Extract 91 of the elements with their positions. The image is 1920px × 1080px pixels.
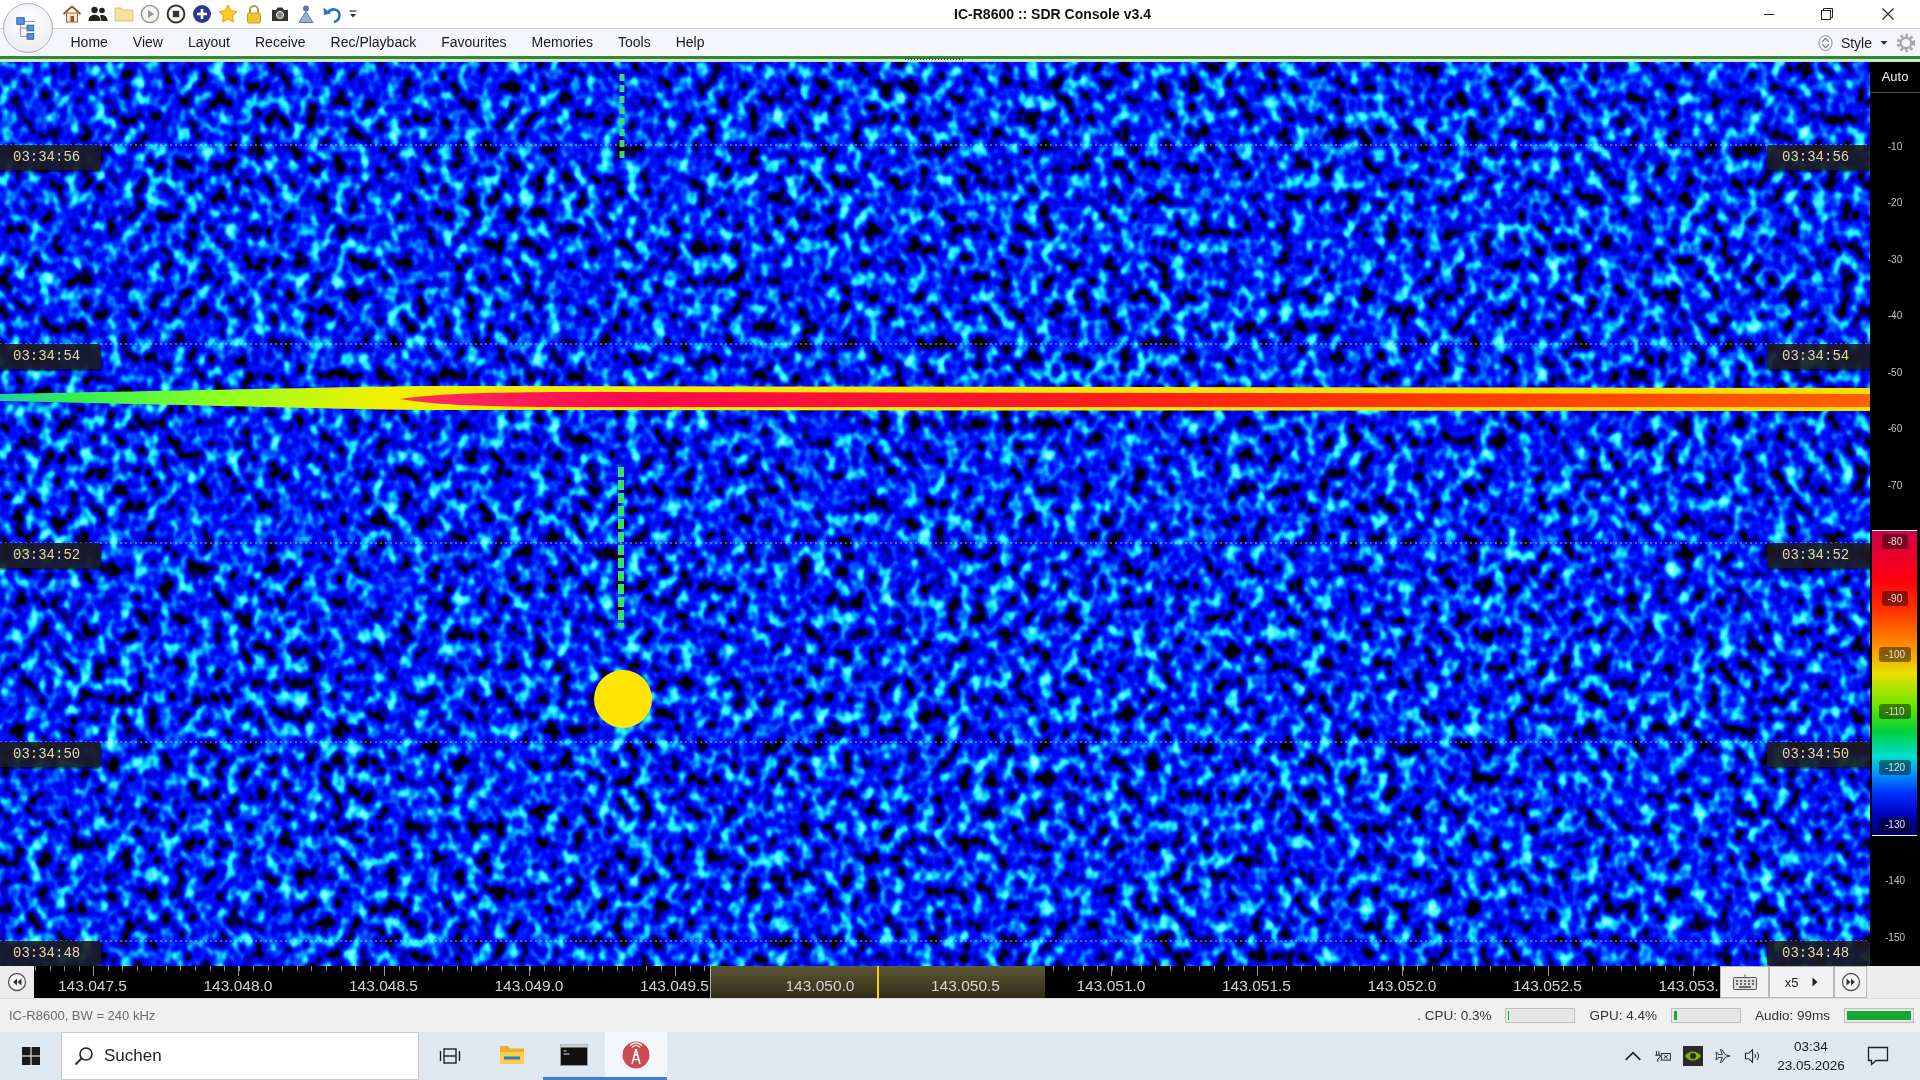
notification-icon[interactable]	[1867, 1046, 1889, 1066]
radio-tower-icon	[622, 1040, 650, 1069]
task-view-icon	[439, 1046, 461, 1066]
frequency-label: 143.051.5	[1222, 977, 1291, 994]
menu-item[interactable]: Memories	[519, 29, 606, 56]
menu-item[interactable]: View	[120, 29, 176, 56]
menu-item[interactable]: Receive	[242, 29, 319, 56]
style-button[interactable]: Style	[1838, 30, 1890, 55]
star-icon[interactable]	[218, 4, 238, 24]
home-icon[interactable]	[62, 4, 82, 24]
airplane-icon[interactable]	[1714, 1048, 1732, 1064]
marker-dot-icon	[594, 670, 652, 728]
time-label: 03:34:50	[0, 742, 101, 767]
scale-label: -100	[1879, 647, 1911, 663]
frequency-label: 143.051.0	[1076, 977, 1146, 994]
time-label: 03:34:52	[1767, 543, 1870, 568]
scroll-right-button[interactable]	[1834, 966, 1867, 998]
scale-label: -40	[1887, 309, 1903, 323]
menu-item[interactable]: Layout	[175, 29, 243, 56]
time-label: 03:34:56	[0, 145, 101, 170]
scale-label: -120	[1879, 760, 1911, 776]
frequency-label: 143.053.	[1658, 977, 1719, 994]
time-label: 03:34:56	[1767, 145, 1870, 170]
eye-logo-icon[interactable]	[1683, 1046, 1703, 1066]
scale-label: -80	[1881, 534, 1909, 550]
up-down-arrows-icon[interactable]	[1817, 33, 1833, 52]
menu-item[interactable]: Rec/Playback	[318, 29, 429, 56]
scale-label: -150	[1885, 930, 1905, 944]
frequency-label: 143.052.0	[1367, 977, 1437, 994]
users-icon[interactable]	[88, 4, 108, 24]
frequency-label: 143.048.5	[349, 977, 418, 994]
scale-label: -130	[1879, 816, 1911, 832]
time-label: 03:34:52	[0, 543, 101, 568]
rewind-icon	[7, 972, 27, 992]
search-icon	[74, 1046, 94, 1066]
windows-logo-icon	[21, 1047, 40, 1065]
meter-label: . CPU: 0.3%	[1417, 1008, 1492, 1023]
tuning-cursor	[877, 966, 879, 998]
menu-item[interactable]: Help	[663, 29, 717, 56]
time-label: 03:34:54	[1767, 344, 1870, 369]
frequency-axis[interactable]: 143.047.5 143.048.0 143.048.5 143.049.0 143.049.5 143.050.0 143.050.5 143.051.0 143.051.5 143.052.0 143.052.5 143.053.	[34, 966, 1720, 998]
menu-item[interactable]: Favourites	[428, 29, 520, 56]
caret-icon	[1812, 977, 1819, 987]
menu-item[interactable]: Tools	[605, 29, 664, 56]
keyboard-icon	[1732, 974, 1757, 990]
auto-scale-button[interactable]: Auto	[1870, 62, 1920, 93]
frequency-label: 143.047.5	[58, 977, 127, 994]
scale-label: -70	[1887, 478, 1903, 492]
meter-label: Audio: 99ms	[1754, 1008, 1830, 1023]
frequency-label: 143.049.0	[494, 977, 564, 994]
search-field[interactable]: Suchen	[61, 1032, 419, 1080]
close-icon	[1882, 8, 1894, 20]
clock-date[interactable]: 23.05.2026	[1777, 1056, 1845, 1075]
lock-icon[interactable]	[244, 4, 264, 24]
caret-icon	[1880, 39, 1888, 46]
scale-label: -60	[1887, 422, 1903, 436]
time-label: 03:34:48	[0, 941, 101, 966]
scale-label: -20	[1887, 196, 1903, 210]
frequency-label: 143.049.5	[640, 977, 709, 994]
zoom-button[interactable]: x5	[1769, 966, 1834, 998]
time-label: 03:34:54	[0, 344, 101, 369]
scale-label: -90	[1881, 590, 1909, 606]
clock-time[interactable]: 03:34	[1794, 1037, 1828, 1056]
frequency-label: 143.048.0	[203, 977, 273, 994]
scale-label: -10	[1887, 139, 1903, 153]
frequency-label: 143.052.5	[1513, 977, 1582, 994]
keyboard-button[interactable]	[1720, 966, 1769, 998]
scale-label: -30	[1887, 252, 1903, 266]
menu-item[interactable]: Home	[58, 29, 121, 56]
terminal-icon	[560, 1043, 588, 1066]
scale-label: -50	[1887, 365, 1903, 379]
window-title: IC-R8600 :: SDR Console v3.4	[953, 6, 1152, 22]
frequency-label: 143.050.0	[785, 977, 855, 994]
play-icon[interactable]	[140, 4, 160, 24]
speaker-icon[interactable]	[1744, 1048, 1762, 1064]
radio-app-button[interactable]	[605, 1032, 667, 1080]
device-info: IC-R8600, BW = 240 kHz	[9, 1008, 156, 1023]
battery-icon[interactable]	[1654, 1048, 1672, 1064]
meter-label: GPU: 4.4%	[1589, 1008, 1657, 1023]
plus-icon[interactable]	[192, 4, 212, 24]
scale-label: -140	[1885, 874, 1905, 888]
time-label: 03:34:50	[1767, 742, 1870, 767]
folder-icon	[498, 1043, 526, 1066]
scale-label: -110	[1879, 703, 1911, 719]
fast-forward-icon	[1840, 972, 1861, 992]
stop-icon[interactable]	[166, 4, 186, 24]
frequency-label: 143.050.5	[931, 977, 1000, 994]
time-label: 03:34:48	[1767, 941, 1870, 966]
dropdown-caret-icon[interactable]	[348, 8, 358, 20]
person-icon[interactable]	[296, 4, 316, 24]
restore-icon	[1821, 8, 1833, 20]
